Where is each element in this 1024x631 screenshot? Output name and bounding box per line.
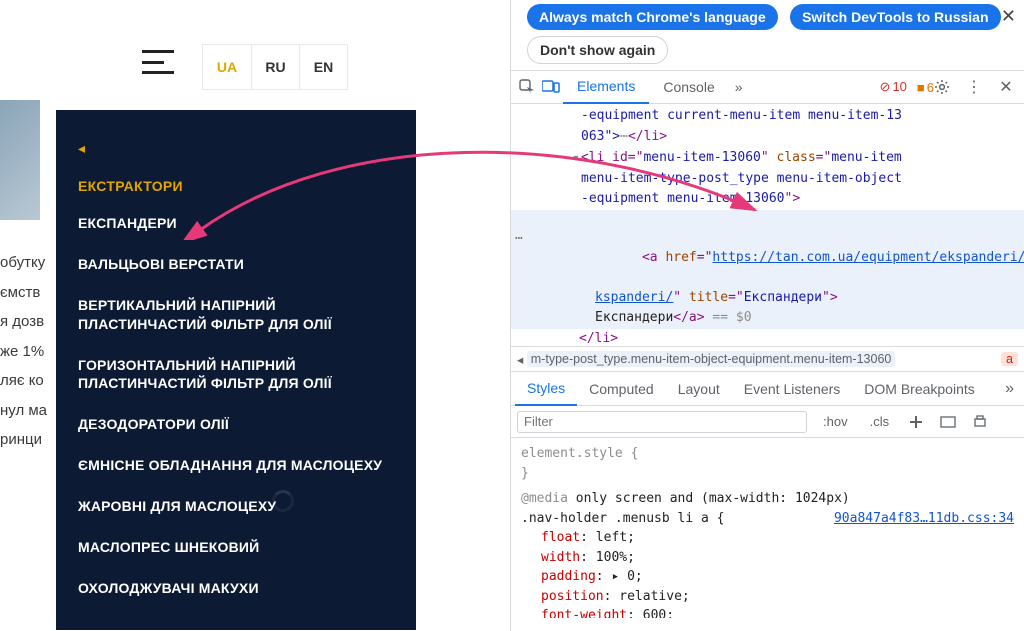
filter-input[interactable] — [517, 411, 807, 433]
language-switcher: UA RU EN — [202, 44, 348, 90]
submenu-item[interactable]: ЄМНІСНЕ ОБЛАДНАННЯ ДЛЯ МАСЛОЦЕХУ — [78, 456, 394, 475]
lang-en[interactable]: EN — [299, 45, 347, 89]
error-count[interactable]: 10 — [880, 79, 907, 95]
gear-icon[interactable] — [930, 75, 954, 99]
lang-ua[interactable]: UA — [203, 45, 251, 89]
tabs-overflow-icon[interactable]: » — [729, 70, 749, 104]
tab-computed[interactable]: Computed — [577, 372, 666, 406]
cls-toggle[interactable]: .cls — [864, 412, 896, 431]
switch-to-russian-button[interactable]: Switch DevTools to Russian — [790, 4, 1000, 30]
submenu-item[interactable]: ЕКСПАНДЕРИ — [78, 214, 394, 233]
tab-layout[interactable]: Layout — [666, 372, 732, 406]
submenu-item[interactable]: ДЕЗОДОРАТОРИ ОЛІЇ — [78, 415, 394, 434]
computed-styles-icon[interactable] — [937, 411, 959, 433]
print-media-icon[interactable] — [969, 411, 991, 433]
device-toolbar-icon[interactable] — [539, 75, 563, 99]
back-arrow-icon[interactable]: ◂ — [78, 140, 85, 157]
submenu-item[interactable]: ЖАРОВНІ ДЛЯ МАСЛОЦЕХУ — [78, 497, 394, 516]
hov-toggle[interactable]: :hov — [817, 412, 854, 431]
crumb-selected[interactable]: m-type-post_type.menu-item-object-equipm… — [527, 351, 896, 367]
dom-selected-node[interactable]: ⋯ <a href="https://tan.com.ua/equipment/… — [511, 210, 1024, 287]
devtools-close-icon[interactable]: ✕ — [994, 75, 1018, 99]
dom-tree[interactable]: -equipment current-menu-item menu-item-1… — [511, 104, 1024, 346]
breadcrumb[interactable]: ◂ m-type-post_type.menu-item-object-equi… — [511, 346, 1024, 372]
submenu-item[interactable]: МАСЛОПРЕС ШНЕКОВИЙ — [78, 538, 394, 557]
always-match-language-button[interactable]: Always match Chrome's language — [527, 4, 778, 30]
submenu-item[interactable]: ВАЛЬЦЬОВІ ВЕРСТАТИ — [78, 255, 394, 274]
issues-summary[interactable]: 10 6 — [880, 79, 934, 95]
submenu-panel: ◂ ЕКСТРАКТОРИ ЕКСПАНДЕРИ ВАЛЬЦЬОВІ ВЕРСТ… — [56, 110, 416, 630]
styles-tabs-overflow-icon[interactable]: » — [1005, 380, 1020, 398]
site-topbar: UA RU EN — [0, 44, 510, 100]
hero-image-fragment — [0, 100, 40, 220]
source-link[interactable]: 90a847a4f83…11db.css:34 — [834, 509, 1014, 529]
hamburger-menu-button[interactable] — [142, 50, 174, 74]
crumb-tag[interactable]: a — [1001, 352, 1018, 366]
tab-dom-breakpoints[interactable]: DOM Breakpoints — [852, 372, 986, 406]
devtools-notice: ✕ Always match Chrome's language Switch … — [511, 0, 1024, 70]
submenu-list: ЕКСПАНДЕРИ ВАЛЬЦЬОВІ ВЕРСТАТИ ВЕРТИКАЛЬН… — [78, 214, 394, 598]
tab-event-listeners[interactable]: Event Listeners — [732, 372, 853, 406]
devtools-tabbar: Elements Console » 10 6 ⋮ ✕ — [511, 70, 1024, 104]
loading-spinner-icon — [272, 490, 294, 512]
dont-show-again-button[interactable]: Don't show again — [527, 36, 668, 64]
tab-styles[interactable]: Styles — [515, 372, 577, 406]
styles-toolbar: :hov .cls — [511, 406, 1024, 438]
styles-rules[interactable]: element.style { } @media only screen and… — [511, 438, 1024, 618]
submenu-item[interactable]: ГОРИЗОНТАЛЬНИЙ НАПІРНИЙ ПЛАСТИНЧАСТИЙ ФІ… — [78, 356, 394, 394]
close-icon[interactable]: ✕ — [1001, 6, 1016, 27]
submenu-item[interactable]: ОХОЛОДЖУВАЧІ МАКУХИ — [78, 579, 394, 598]
tab-elements[interactable]: Elements — [563, 70, 649, 104]
inspect-element-icon[interactable] — [515, 75, 539, 99]
submenu-item[interactable]: ВЕРТИКАЛЬНИЙ НАПІРНИЙ ПЛАСТИНЧАСТИЙ ФІЛЬ… — [78, 296, 394, 334]
styles-tabbar: Styles Computed Layout Event Listeners D… — [511, 372, 1024, 406]
crumb-left-icon[interactable]: ◂ — [517, 352, 523, 367]
article-text-fragment: обутку ємств я дозв же 1% ляє ко нул ма … — [0, 250, 55, 510]
new-style-rule-icon[interactable] — [905, 411, 927, 433]
lang-ru[interactable]: RU — [251, 45, 299, 89]
submenu-heading: ЕКСТРАКТОРИ — [78, 178, 394, 194]
website-pane: UA RU EN обутку ємств я дозв же 1% ляє к… — [0, 0, 510, 631]
more-vertical-icon[interactable]: ⋮ — [962, 75, 986, 99]
tab-console[interactable]: Console — [649, 70, 728, 104]
devtools-pane: ✕ Always match Chrome's language Switch … — [510, 0, 1024, 631]
